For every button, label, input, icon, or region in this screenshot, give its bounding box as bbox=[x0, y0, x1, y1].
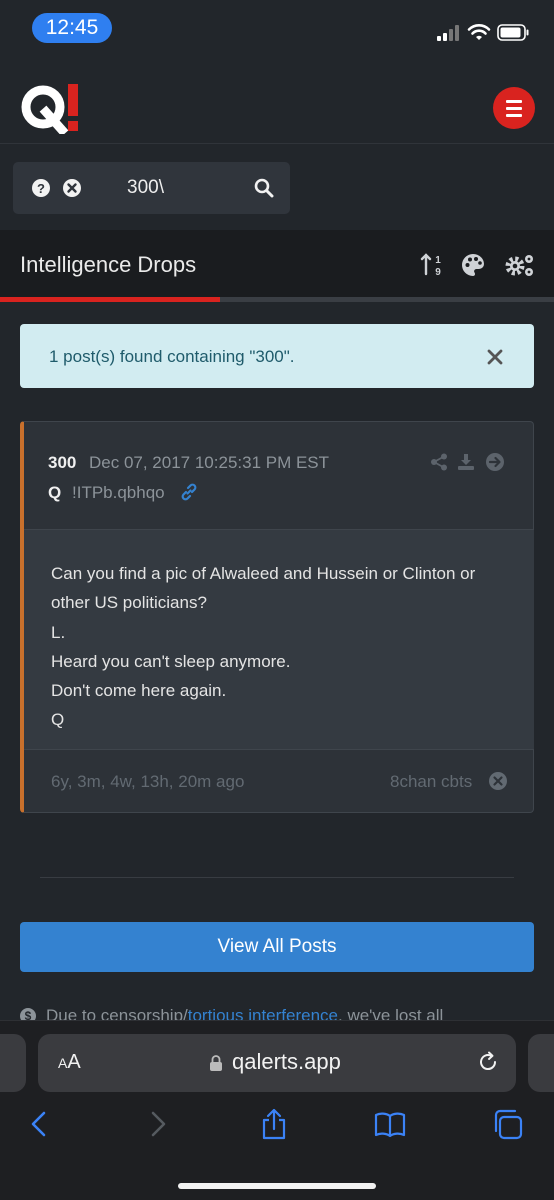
post-tripcode: !ITPb.qbhqo bbox=[72, 483, 165, 502]
url-text[interactable]: qalerts.app bbox=[232, 1049, 341, 1075]
help-icon[interactable]: ? bbox=[31, 178, 51, 198]
reload-icon[interactable] bbox=[476, 1050, 500, 1074]
lock-icon bbox=[210, 1055, 222, 1071]
palette-icon[interactable] bbox=[460, 252, 486, 278]
home-indicator[interactable] bbox=[178, 1183, 376, 1189]
reader-text-size-button[interactable]: AA bbox=[58, 1051, 81, 1074]
post-body-line: L. bbox=[51, 623, 66, 642]
link-icon[interactable] bbox=[179, 482, 199, 502]
cellular-signal-icon bbox=[437, 25, 463, 41]
post-body-line: Q bbox=[51, 710, 65, 729]
search-icon[interactable] bbox=[254, 178, 274, 198]
svg-text:1: 1 bbox=[435, 255, 441, 266]
sort-icon[interactable]: 1 9 bbox=[420, 252, 446, 278]
menu-button[interactable] bbox=[493, 87, 535, 129]
previous-tab-preview[interactable] bbox=[0, 1034, 26, 1092]
address-bar[interactable]: AA qalerts.app bbox=[38, 1034, 516, 1092]
post-date: Dec 07, 2017 10:25:31 PM EST bbox=[89, 453, 330, 472]
search-bar[interactable]: ? 300\ bbox=[13, 162, 290, 214]
post-body-line: Heard you can't sleep anymore. bbox=[51, 652, 291, 671]
page-title: Intelligence Drops bbox=[20, 252, 197, 277]
post-age: 6y, 3m, 4w, 13h, 20m ago bbox=[51, 772, 245, 791]
svg-text:?: ? bbox=[37, 181, 45, 196]
progress-fill bbox=[0, 297, 220, 302]
post-body: Can you find a pic of Alwaleed and Husse… bbox=[24, 530, 534, 750]
back-icon[interactable] bbox=[22, 1107, 56, 1141]
forward-icon[interactable] bbox=[141, 1107, 175, 1141]
tabs-icon[interactable] bbox=[491, 1107, 525, 1141]
section-divider bbox=[40, 877, 514, 878]
next-tab-preview[interactable] bbox=[528, 1034, 554, 1092]
bookmarks-icon[interactable] bbox=[373, 1107, 407, 1141]
q-logo[interactable] bbox=[20, 82, 84, 134]
site-header bbox=[0, 56, 554, 144]
view-all-posts-button[interactable]: View All Posts bbox=[20, 922, 534, 972]
post-card: 300 Dec 07, 2017 10:25:31 PM EST Q !ITPb… bbox=[20, 421, 534, 813]
post-header: 300 Dec 07, 2017 10:25:31 PM EST Q !ITPb… bbox=[24, 422, 534, 530]
post-author: Q bbox=[48, 483, 62, 502]
post-source: 8chan cbts bbox=[390, 772, 473, 791]
post-number[interactable]: 300 bbox=[48, 453, 76, 473]
clear-search-icon[interactable] bbox=[62, 178, 82, 198]
post-body-line: Don't come here again. bbox=[51, 681, 227, 700]
share-icon[interactable] bbox=[429, 452, 449, 472]
page-title-bar: Intelligence Drops 1 9 bbox=[0, 230, 554, 302]
post-body-line: other US politicians? bbox=[51, 593, 207, 612]
svg-text:9: 9 bbox=[435, 267, 441, 278]
status-time: 12:45 bbox=[32, 13, 112, 43]
source-close-icon[interactable] bbox=[488, 771, 508, 791]
download-icon[interactable] bbox=[456, 452, 476, 472]
arrow-circle-right-icon[interactable] bbox=[485, 452, 505, 472]
status-bar: 12:45 bbox=[0, 0, 554, 56]
settings-gears-icon[interactable] bbox=[504, 252, 536, 278]
alert-message: 1 post(s) found containing "300". bbox=[49, 347, 295, 366]
share-icon[interactable] bbox=[257, 1107, 291, 1141]
browser-toolbar: AA qalerts.app bbox=[0, 1020, 554, 1200]
close-icon[interactable] bbox=[486, 348, 504, 366]
search-input[interactable]: 300\ bbox=[127, 177, 164, 199]
battery-icon bbox=[497, 24, 529, 41]
post-body-line: Can you find a pic of Alwaleed and Husse… bbox=[51, 564, 476, 583]
wifi-icon bbox=[467, 24, 491, 40]
search-results-alert: 1 post(s) found containing "300". bbox=[20, 324, 534, 388]
